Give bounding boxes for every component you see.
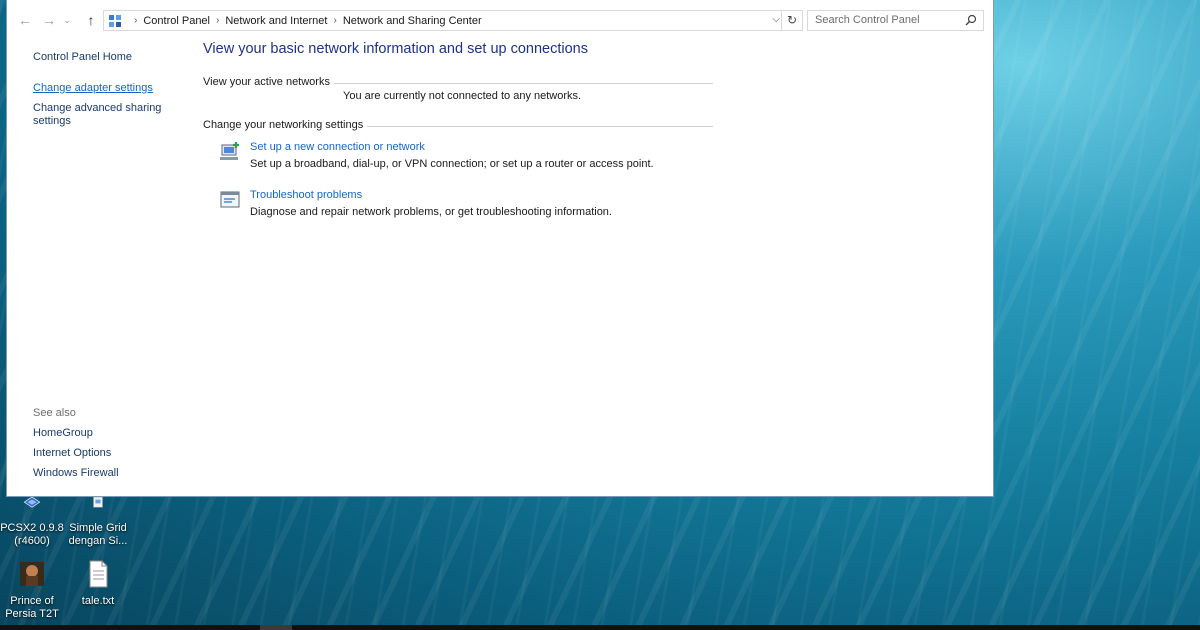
control-panel-home-link[interactable]: Control Panel Home xyxy=(33,51,132,64)
recent-locations-chevron-icon[interactable]: ⌄ xyxy=(61,12,73,28)
networking-settings-heading: Change your networking settings xyxy=(203,119,368,131)
desktop-icon-label: Simple Grid xyxy=(69,522,127,534)
change-advanced-sharing-link[interactable]: Change advanced sharing settings xyxy=(33,102,161,128)
desktop-icon-label: dengan Si... xyxy=(68,535,128,547)
internet-options-link[interactable]: Internet Options xyxy=(33,447,111,460)
text-file-icon xyxy=(89,560,108,588)
breadcrumb[interactable]: › Control Panel › Network and Internet ›… xyxy=(103,10,803,31)
see-also-heading: See also xyxy=(33,407,76,419)
address-dropdown-icon[interactable]: ⌵ xyxy=(772,14,780,25)
network-sharing-center-window: ← → ⌄ ↑ › Control Panel › Network and In… xyxy=(6,0,994,497)
desktop-icon-label: PCSX2 0.9.8 xyxy=(0,522,64,534)
taskbar-item[interactable] xyxy=(260,625,292,630)
desktop-icon-label: Prince of xyxy=(10,595,54,607)
search-input[interactable]: Search Control Panel xyxy=(807,10,984,31)
setup-connection-description: Set up a broadband, dial-up, or VPN conn… xyxy=(250,158,654,170)
desktop-icon-label: tale.txt xyxy=(81,595,115,607)
desktop-icon-label: (r4600) xyxy=(14,535,50,547)
taskbar[interactable] xyxy=(0,625,1200,630)
back-arrow-icon[interactable]: ← xyxy=(16,12,34,28)
search-placeholder: Search Control Panel xyxy=(815,14,920,26)
breadcrumb-separator-icon[interactable]: › xyxy=(134,15,137,26)
control-panel-icon xyxy=(109,14,121,27)
setup-connection-link[interactable]: Set up a new connection or network xyxy=(250,141,425,153)
network-status-text: You are currently not connected to any n… xyxy=(343,90,582,102)
page-title: View your basic network information and … xyxy=(203,41,589,57)
breadcrumb-control-panel[interactable]: Control Panel xyxy=(143,15,210,27)
breadcrumb-network-and-sharing-center[interactable]: Network and Sharing Center xyxy=(343,15,482,27)
link-line: settings xyxy=(33,115,71,127)
desktop-icon-prince-of-persia[interactable]: Prince of Persia T2T xyxy=(0,560,64,621)
game-app-icon xyxy=(20,562,44,586)
breadcrumb-network-and-internet[interactable]: Network and Internet xyxy=(225,15,327,27)
desktop-icon-tale-txt[interactable]: tale.txt xyxy=(66,560,130,608)
pcsx2-app-icon xyxy=(23,496,41,508)
desktop-icon-label: Persia T2T xyxy=(5,608,59,620)
refresh-icon[interactable]: ↻ xyxy=(781,11,802,30)
troubleshoot-link[interactable]: Troubleshoot problems xyxy=(250,189,362,201)
active-networks-heading: View your active networks xyxy=(203,76,334,88)
network-setup-icon xyxy=(220,142,239,160)
desktop-icon-simple-grid[interactable]: Simple Grid dengan Si... xyxy=(66,496,130,548)
troubleshoot-description: Diagnose and repair network problems, or… xyxy=(250,206,612,218)
up-arrow-icon[interactable]: ↑ xyxy=(82,12,100,28)
forward-arrow-icon[interactable]: → xyxy=(40,12,58,28)
breadcrumb-separator-icon[interactable]: › xyxy=(333,15,336,26)
active-networks-section: View your active networks xyxy=(203,76,713,90)
search-icon[interactable] xyxy=(965,14,977,26)
document-icon xyxy=(93,496,103,508)
link-line: Change advanced sharing xyxy=(33,102,162,114)
change-adapter-settings-link[interactable]: Change adapter settings xyxy=(33,82,153,95)
breadcrumb-separator-icon[interactable]: › xyxy=(216,15,219,26)
homegroup-link[interactable]: HomeGroup xyxy=(33,427,93,440)
networking-settings-section: Change your networking settings xyxy=(203,119,713,133)
troubleshoot-icon xyxy=(220,191,240,208)
desktop-icon-pcsx2[interactable]: PCSX2 0.9.8 (r4600) xyxy=(0,496,64,548)
windows-firewall-link[interactable]: Windows Firewall xyxy=(33,467,119,480)
address-bar: ← → ⌄ ↑ › Control Panel › Network and In… xyxy=(7,0,993,40)
